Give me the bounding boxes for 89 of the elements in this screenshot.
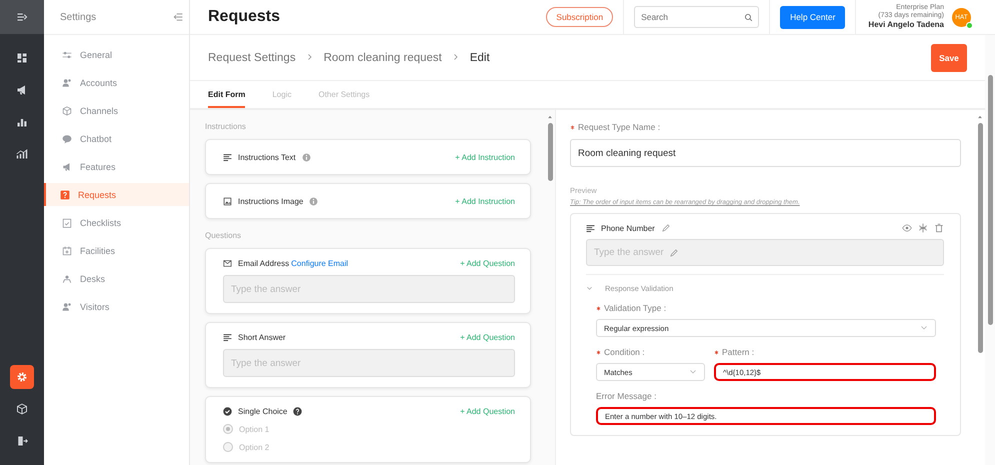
eye-icon[interactable] <box>902 223 912 233</box>
settings-nav-item[interactable]: Checklists <box>44 211 189 234</box>
subscription-button[interactable]: Subscription <box>546 7 614 27</box>
ranking-icon[interactable] <box>16 116 28 128</box>
request-type-name-field[interactable]: Room cleaning request <box>570 139 961 167</box>
info-icon[interactable] <box>302 153 311 162</box>
scroll-up-arrow-icon <box>547 114 553 120</box>
search-field[interactable]: Search <box>634 6 760 28</box>
settings-nav-item[interactable]: Facilities <box>44 239 189 262</box>
configure-email-link[interactable]: Configure Email <box>291 259 348 268</box>
people-icon <box>62 302 72 312</box>
option-label: Option 1 <box>239 424 270 434</box>
chevron-right-icon <box>452 52 460 60</box>
add-question-link[interactable]: + Add Question <box>460 407 515 416</box>
section-heading: Instructions <box>205 122 247 131</box>
question-label: Single Choice <box>238 407 288 416</box>
tab[interactable]: Other Settings <box>318 81 397 108</box>
tab[interactable]: Edit Form <box>208 81 246 108</box>
radio-button[interactable] <box>223 442 233 452</box>
validation-type-label: Validation Type : <box>604 303 666 313</box>
instruction-label: Instructions Image <box>238 197 304 206</box>
sliders-icon <box>62 50 72 60</box>
scroll-up-arrow-icon <box>977 114 983 120</box>
asterisk-icon[interactable] <box>918 223 928 233</box>
pencil-icon[interactable] <box>660 223 671 233</box>
breadcrumb-link[interactable]: Room cleaning request <box>324 52 442 64</box>
condition-label: Condition : <box>604 347 645 357</box>
help-icon[interactable] <box>293 407 302 416</box>
logout-icon[interactable] <box>16 435 28 447</box>
collapse-menu-icon[interactable] <box>173 12 183 22</box>
desk-icon <box>62 274 72 284</box>
chevron-down-icon <box>920 324 928 332</box>
settings-nav-item[interactable]: General <box>44 43 189 66</box>
user-name: Hevi Angelo Tadena <box>868 20 944 30</box>
chevron-right-icon <box>306 52 314 60</box>
page-title: Requests <box>207 8 282 26</box>
text-lines-icon <box>586 224 595 232</box>
chat-bubble-icon <box>62 134 72 144</box>
settings-nav-item[interactable]: Channels <box>44 99 189 122</box>
calendar-icon <box>62 246 72 256</box>
text-lines-icon <box>223 333 232 342</box>
page-scrollbar[interactable] <box>985 35 995 465</box>
question-label: Email Address <box>238 259 290 268</box>
checklist-icon <box>62 218 72 228</box>
search-icon[interactable] <box>744 12 754 22</box>
tab[interactable]: Logic <box>272 81 318 108</box>
megaphone-icon <box>62 162 72 172</box>
check-circle-icon <box>223 407 232 416</box>
question-icon <box>60 190 70 200</box>
chevron-down-icon <box>689 368 697 376</box>
cube-icon <box>62 106 72 116</box>
people-icon <box>62 78 72 88</box>
error-message-label: Error Message : <box>596 391 656 401</box>
add-instruction-link[interactable]: + Add Instruction <box>455 197 515 206</box>
breadcrumb-link[interactable]: Request Settings <box>208 52 296 64</box>
dashboard-icon[interactable] <box>16 52 28 64</box>
instruction-label: Instructions Text <box>238 153 296 162</box>
settings-nav-item[interactable]: Visitors <box>44 295 189 318</box>
bar-chart-icon[interactable] <box>16 148 28 160</box>
add-instruction-link[interactable]: + Add Instruction <box>455 153 515 162</box>
add-question-link[interactable]: + Add Question <box>460 259 515 268</box>
envelope-icon <box>223 259 232 268</box>
settings-nav-item[interactable]: Chatbot <box>44 127 189 150</box>
chevron-down-icon <box>586 285 593 292</box>
request-type-name-label: Request Type Name : <box>578 122 660 132</box>
question-label: Short Answer <box>238 333 286 342</box>
field-label: Phone Number <box>601 224 655 232</box>
option-label: Option 2 <box>239 442 270 452</box>
info-icon[interactable] <box>309 197 318 206</box>
add-question-link[interactable]: + Add Question <box>460 333 515 342</box>
pattern-label: Pattern : <box>722 347 754 357</box>
breadcrumb-current: Edit <box>470 52 490 64</box>
settings-nav-item[interactable]: Features <box>44 155 189 178</box>
settings-nav-item[interactable]: Desks <box>44 267 189 290</box>
settings-nav-item[interactable]: Accounts <box>44 71 189 94</box>
image-icon <box>223 197 232 206</box>
cube-icon[interactable] <box>16 403 28 415</box>
expand-menu-icon[interactable] <box>16 11 28 23</box>
radio-button[interactable] <box>223 424 233 434</box>
help-center-button[interactable]: Help Center <box>780 6 846 28</box>
settings-title: Settings <box>60 12 96 22</box>
settings-icon[interactable] <box>16 371 28 383</box>
pencil-icon[interactable] <box>668 248 679 258</box>
text-lines-icon <box>223 153 232 162</box>
settings-nav-item[interactable]: Requests <box>44 183 189 206</box>
section-heading: Questions <box>205 231 242 240</box>
save-button[interactable]: Save <box>931 44 967 72</box>
trash-icon[interactable] <box>934 223 944 233</box>
megaphone-icon[interactable] <box>16 84 28 96</box>
